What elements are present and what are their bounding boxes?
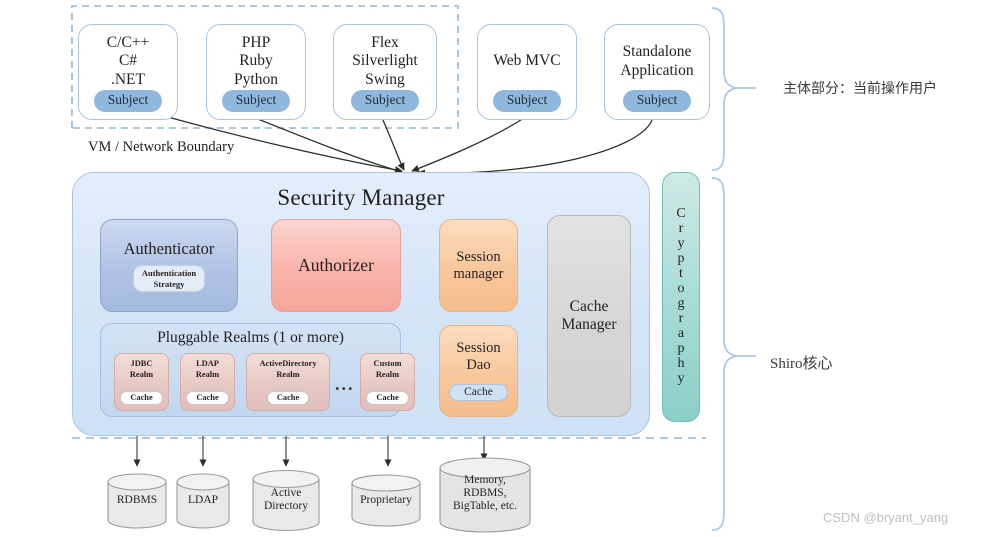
crypto-letter: a [677,325,685,341]
authenticator-box[interactable]: Authenticator Authentication Strategy [100,219,238,312]
crypto-letter: g [677,296,685,311]
crypto-letter: y [677,236,685,252]
subject-pill[interactable]: Subject [350,90,420,112]
realm-cache-pill[interactable]: Cache [120,391,163,405]
security-manager-title: Security Manager [277,185,445,210]
client-card-c-cpp-csharp-net[interactable]: C/C++ C# .NET Subject [78,24,178,120]
crypto-letter: r [678,310,684,326]
annotation-subject-part: 主体部分：当前操作用户 [783,80,937,96]
crypto-letter: C [676,206,686,222]
subject-pill[interactable]: Subject [622,90,692,112]
authentication-strategy-pill[interactable]: Authentication Strategy [132,265,206,292]
session-manager-box[interactable]: Session manager [439,219,518,312]
session-dao-box[interactable]: Session Dao Cache [439,325,518,417]
client-card-title: Flex Silverlight Swing [352,34,418,88]
cache-manager-box[interactable]: Cache Manager [547,215,631,417]
crypto-letter: p [677,251,685,267]
arrow-subject-3 [381,117,405,171]
realm-name: LDAP Realm [195,359,220,379]
arrow-subject-5 [417,119,653,177]
authorizer-label: Authorizer [298,255,374,276]
realm-name: JDBC Realm [129,359,154,379]
client-card-title: PHP Ruby Python [234,34,278,88]
realm-cache-pill[interactable]: Cache [266,391,310,405]
datastore-label-memory-rdbms-bigtable: Memory, RDBMS, BigTable, etc. [452,474,518,513]
realm-box-activedirectory[interactable]: ActiveDirectory Realm Cache [246,353,330,411]
client-card-title: Web MVC [493,52,561,70]
brace-subject [711,7,737,171]
realm-cache-pill[interactable]: Cache [186,391,229,405]
cryptography-column[interactable]: C r y p t o g r a p h y [662,172,700,422]
realm-name: Custom Realm [373,359,402,379]
session-dao-cache-pill[interactable]: Cache [449,383,508,401]
client-card-standalone-application[interactable]: Standalone Application Subject [604,24,710,120]
client-card-title: Standalone Application [620,43,694,79]
datastore-label-active-directory: Active Directory [263,487,309,513]
client-card-php-ruby-python[interactable]: PHP Ruby Python Subject [206,24,306,120]
crypto-letter: o [677,281,685,297]
crypto-letter: p [677,340,685,356]
session-manager-label: Session manager [453,248,504,282]
realm-box-jdbc[interactable]: JDBC Realm Cache [114,353,169,411]
client-card-web-mvc[interactable]: Web MVC Subject [477,24,577,120]
crypto-letter: h [677,355,685,371]
pluggable-realms-panel: Pluggable Realms (1 or more) JDBC Realm … [100,323,415,417]
datastore-label-proprietary: Proprietary [360,494,412,506]
cache-manager-label: Cache Manager [561,298,617,333]
arrow-subject-2 [252,116,403,174]
client-card-flex-silverlight-swing[interactable]: Flex Silverlight Swing Subject [333,24,437,120]
realm-box-custom[interactable]: Custom Realm Cache [360,353,415,411]
watermark: CSDN @bryant_yang [823,510,949,525]
subject-pill[interactable]: Subject [221,90,291,112]
client-card-title: C/C++ C# .NET [106,34,150,88]
security-manager-panel: Security Manager Authenticator Authentic… [72,172,650,436]
authenticator-label: Authenticator [123,239,215,259]
session-dao-label: Session Dao [456,340,501,373]
realm-cache-pill[interactable]: Cache [366,391,409,405]
realms-ellipsis: ... [335,374,355,394]
authorizer-box[interactable]: Authorizer [271,219,401,312]
annotation-shiro-core: Shiro核心 [770,356,833,372]
crypto-letter: t [679,266,683,282]
brace-shiro-core [711,177,737,531]
realm-box-ldap[interactable]: LDAP Realm Cache [180,353,235,411]
datastore-label-ldap: LDAP [187,494,219,506]
pluggable-realms-title: Pluggable Realms (1 or more) [157,329,344,346]
subject-pill[interactable]: Subject [93,90,163,112]
subject-pill[interactable]: Subject [492,90,562,112]
realm-name: ActiveDirectory Realm [259,359,317,379]
vm-network-boundary-label: VM / Network Boundary [88,139,235,155]
crypto-letter: y [677,370,685,386]
crypto-letter: r [678,221,684,237]
arrow-subject-4 [411,117,525,172]
datastore-label-rdbms: RDBMS [116,494,158,506]
diagram-canvas: C/C++ C# .NET Subject PHP Ruby Python Su… [0,0,990,537]
